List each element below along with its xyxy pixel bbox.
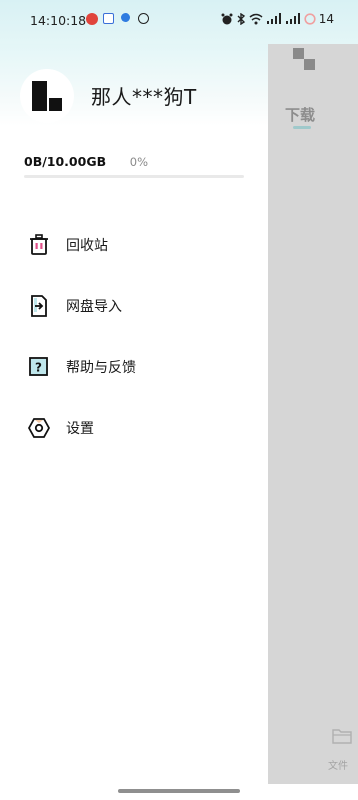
battery-ring-icon	[304, 13, 316, 25]
tab-indicator	[293, 126, 311, 129]
menu-label: 设置	[66, 421, 94, 437]
signal-icon	[266, 13, 281, 24]
avatar-logo-icon	[32, 81, 62, 111]
storage-percent: 0%	[129, 155, 148, 169]
menu-item-recycle-bin[interactable]: 回收站	[0, 223, 268, 267]
avatar[interactable]	[20, 69, 74, 123]
storage-usage-text: 0B/10.00GB	[24, 154, 107, 169]
notification-app-icon	[103, 13, 114, 24]
bluetooth-icon	[237, 13, 245, 25]
menu-item-help-feedback[interactable]: ? 帮助与反馈	[0, 345, 268, 389]
status-bar: 14:10:18 14	[0, 0, 358, 44]
notification-app-icon	[86, 13, 98, 25]
menu-item-settings[interactable]: 设置	[0, 406, 268, 450]
battery-level: 14	[318, 12, 334, 26]
notification-app-icon	[121, 13, 130, 22]
menu-label: 网盘导入	[66, 299, 122, 315]
menu-label: 回收站	[66, 238, 108, 254]
background-app-scrim[interactable]: 下载 文件	[268, 30, 358, 784]
svg-text:?: ?	[35, 361, 42, 375]
folder-icon[interactable]	[332, 728, 352, 744]
storage-progress-bar	[24, 175, 244, 178]
settings-icon	[28, 417, 50, 439]
app-logo-icon	[293, 48, 315, 70]
navigation-drawer: 那人***狗T 0B/10.00GB 0% 回收站 网盘导入 ? 帮助与反馈 设…	[0, 0, 268, 800]
import-file-icon	[28, 295, 50, 317]
bottom-nav-files-label: 文件	[328, 761, 348, 772]
help-icon: ?	[28, 356, 50, 378]
menu-item-cloud-import[interactable]: 网盘导入	[0, 284, 268, 328]
wifi-icon	[249, 13, 263, 25]
menu-label: 帮助与反馈	[66, 360, 136, 376]
status-time: 14:10:18	[30, 13, 87, 28]
home-indicator[interactable]	[118, 789, 240, 793]
alarm-icon	[221, 13, 233, 25]
tab-download[interactable]: 下载	[285, 104, 315, 125]
signal-icon	[285, 13, 300, 24]
username[interactable]: 那人***狗T	[91, 81, 197, 110]
trash-icon	[28, 234, 50, 256]
status-right-group: 14	[221, 12, 334, 26]
compass-icon	[138, 13, 149, 24]
